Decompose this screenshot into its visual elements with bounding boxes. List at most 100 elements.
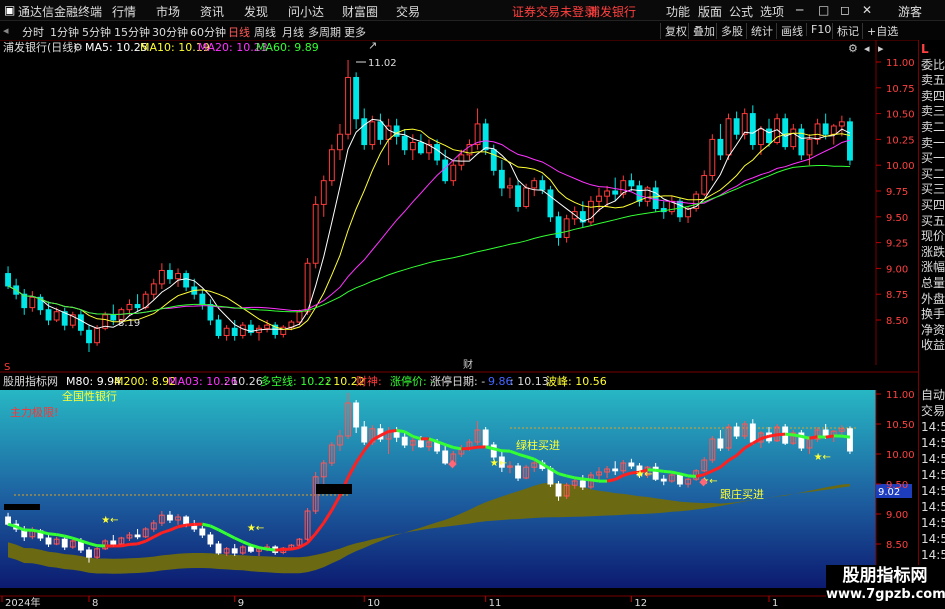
side-tick: 14:56: [921, 484, 945, 498]
more-icon[interactable]: ▸: [878, 42, 884, 55]
candle-body: [150, 283, 157, 295]
tool-duogu[interactable]: 多股: [716, 23, 743, 39]
candle-body: [490, 149, 497, 171]
period-60min[interactable]: 60分钟: [190, 24, 226, 40]
date-label: 2024年: [5, 596, 40, 609]
duokong-line: [809, 435, 818, 440]
tool-add-watchlist[interactable]: +自选: [862, 23, 898, 39]
zhangting-date-legend: 涨停日期: -: [430, 374, 485, 388]
main-axis-label: 8.75: [886, 290, 908, 301]
period-multi[interactable]: 多周期: [308, 24, 341, 40]
menu-gongshi[interactable]: 公式: [729, 3, 753, 20]
diamond-icon: ◆: [699, 475, 708, 488]
candle-body: [337, 133, 343, 151]
ma60-legend: MA60: 9.89: [256, 41, 319, 54]
collapse-icon[interactable]: ◂: [864, 42, 870, 55]
duokong-line: [469, 445, 478, 450]
tool-tongji[interactable]: 统计: [746, 23, 773, 39]
candle-body: [264, 324, 271, 329]
main-axis-label: 9.75: [886, 187, 908, 198]
candle-body: [110, 314, 117, 321]
menu-wenxiaoda[interactable]: 问小达: [288, 3, 324, 20]
candle-body: [507, 185, 513, 189]
low-label: 8.19: [118, 318, 140, 329]
period-5min[interactable]: 5分钟: [82, 24, 111, 40]
period-15min[interactable]: 15分钟: [114, 24, 150, 40]
national-bank-label: 全国性银行: [62, 389, 117, 403]
candle-body: [474, 123, 481, 146]
tool-huaxian[interactable]: 画线: [776, 23, 803, 39]
m200-legend: M200: 8.92: [114, 375, 176, 388]
menu-xuanxiang[interactable]: 选项: [760, 3, 784, 20]
user-label[interactable]: 游客: [898, 3, 922, 20]
main-axis-label: 10.25: [886, 135, 915, 146]
duokong-line: [32, 528, 41, 534]
date-label: 1: [772, 598, 778, 609]
candle-body: [29, 296, 36, 309]
back-icon[interactable]: ◂: [3, 24, 9, 37]
sub-candle-body: [733, 426, 740, 437]
period-weekly[interactable]: 周线: [254, 24, 276, 40]
tool-f10[interactable]: F10: [806, 23, 831, 36]
sub-candle-body: [61, 538, 68, 548]
menu-jiaoyi[interactable]: 交易: [396, 3, 420, 20]
candle-body: [86, 329, 92, 344]
login-status[interactable]: 证券交易未登录: [512, 3, 596, 20]
maximize-icon[interactable]: □: [818, 3, 829, 17]
menu-zixun[interactable]: 资讯: [200, 3, 224, 20]
candle-body: [701, 175, 708, 195]
duokong-line: [258, 546, 268, 551]
candle-body: [677, 200, 683, 218]
restore-icon[interactable]: ◻: [840, 3, 850, 17]
sub-candle-body: [5, 516, 11, 525]
period-toolbar: ◂ 分时 1分钟 5分钟 15分钟 30分钟 60分钟 日线 周线 月线 多周期…: [0, 21, 945, 41]
settings-icon[interactable]: ⚙: [848, 42, 858, 55]
candle-body: [134, 304, 141, 309]
side-tick: 14:56: [921, 468, 945, 482]
date-label: 12: [634, 598, 647, 609]
menu-shichang[interactable]: 市场: [156, 3, 180, 20]
main-axis-label: 10.00: [886, 161, 915, 172]
candle-body: [126, 304, 133, 311]
sub-candle-body: [86, 549, 92, 558]
current-stock-name: 浦发银行: [588, 5, 637, 19]
menu-gongneng[interactable]: 功能: [666, 3, 690, 20]
side-label: 卖一: [921, 135, 945, 150]
date-label: 11: [489, 598, 502, 609]
tool-fuquan[interactable]: 复权: [660, 23, 687, 39]
candle-body: [215, 319, 222, 336]
side-label: 涨幅: [921, 260, 945, 275]
period-monthly[interactable]: 月线: [282, 24, 304, 40]
menu-hangqing[interactable]: 行情: [112, 3, 136, 20]
main-axis-label: 10.50: [886, 110, 915, 121]
gear-icon[interactable]: ⚙: [73, 41, 83, 54]
period-more[interactable]: 更多: [344, 24, 366, 40]
sub-candle-body: [247, 546, 254, 552]
candle-body: [296, 311, 303, 323]
duokong-line: [201, 522, 211, 528]
tool-diejia[interactable]: 叠加: [688, 23, 715, 39]
candle-body: [782, 118, 789, 148]
menu-banmian[interactable]: 版面: [698, 3, 722, 20]
menu-caifuquan[interactable]: 财富圈: [342, 3, 378, 20]
tool-biaoji[interactable]: 标记: [832, 23, 859, 39]
period-fenshi[interactable]: 分时: [22, 24, 44, 40]
period-30min[interactable]: 30分钟: [152, 24, 188, 40]
candle-body: [636, 185, 643, 202]
side-label: 买二: [921, 166, 945, 181]
side-label: 卖五: [921, 73, 945, 88]
minimize-icon[interactable]: ─: [796, 3, 803, 17]
side-tick: 14:56: [921, 548, 945, 562]
candle-body: [733, 118, 740, 135]
sub-axis-label: 9.00: [886, 510, 908, 521]
close-icon[interactable]: ✕: [862, 3, 872, 17]
side-label: 现价: [921, 229, 945, 244]
sub-candle-body: [417, 440, 424, 448]
side-label: 卖三: [921, 104, 945, 119]
chart-area[interactable]: 浦发银行(日线) ⚙ MA5: 10.25 MA10: 10.19 MA20: …: [0, 40, 918, 609]
sub-axis-label: 11.00: [886, 390, 915, 401]
period-daily[interactable]: 日线: [228, 24, 250, 40]
duokong-line: [177, 523, 187, 529]
period-1min[interactable]: 1分钟: [50, 24, 79, 40]
menu-faxian[interactable]: 发现: [244, 3, 268, 20]
